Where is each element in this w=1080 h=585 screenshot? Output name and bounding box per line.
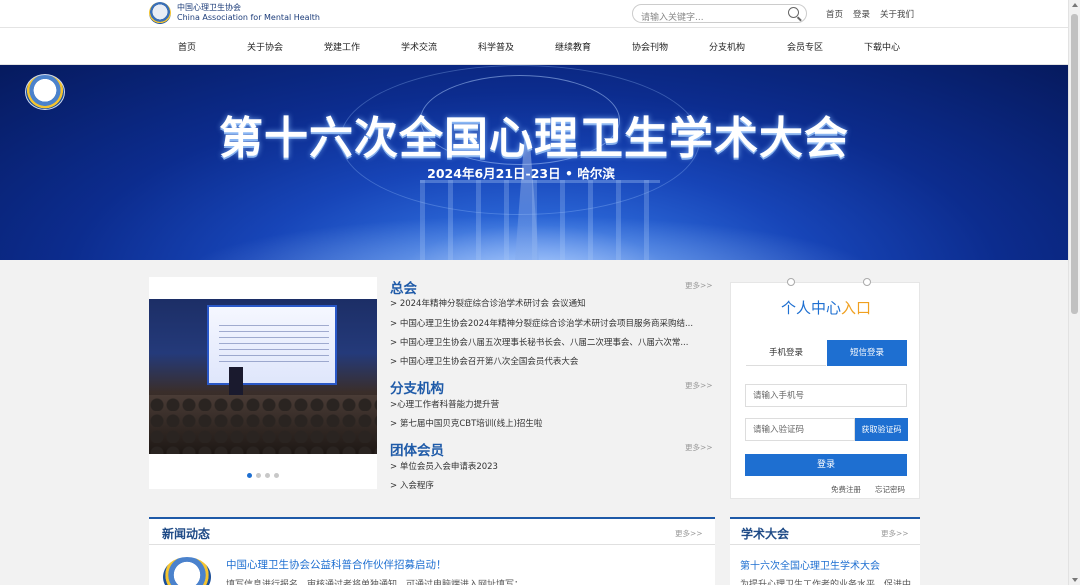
logo-text: 中国心理卫生协会 China Association for Mental He… [177, 3, 320, 23]
banner-title: 第十六次全国心理卫生学术大会 [219, 113, 849, 164]
list-item[interactable]: > 中国心理卫生协会召开第八次全国会员代表大会 [390, 355, 710, 367]
list-item[interactable]: > 第七届中国贝克CBT培训(线上)招生啦 [390, 417, 710, 429]
logo-english-name: China Association for Mental Health [177, 13, 320, 22]
page: 中国心理卫生协会 China Association for Mental He… [0, 0, 1080, 585]
get-code-button[interactable]: 获取验证码 [855, 418, 908, 441]
personal-center-title: 个人中心入口 [731, 297, 921, 318]
section-title-headquarters[interactable]: 总会 [390, 277, 417, 297]
nav-continuing-education[interactable]: 继续教育 [555, 40, 591, 53]
more-link-group-members[interactable]: 更多>> [685, 442, 713, 453]
news-feature-title[interactable]: 中国心理卫生协会公益科普合作伙伴招募启动！ [226, 557, 447, 572]
account-links: 免费注册 忘记密码 [831, 484, 905, 495]
list-item[interactable]: > 单位会员入会申请表2023 [390, 460, 710, 472]
phone-field[interactable] [745, 384, 907, 407]
association-emblem-icon [149, 2, 171, 24]
more-link-news[interactable]: 更多>> [675, 528, 703, 539]
binder-ring-icon [787, 278, 795, 286]
personal-center-title-accent: 入口 [841, 299, 872, 317]
slideshow-dots [149, 473, 377, 478]
divider [730, 544, 920, 545]
list-item[interactable]: > 2024年精神分裂症综合诊治学术研讨会 会议通知 [390, 297, 710, 309]
top-bar: 中国心理卫生协会 China Association for Mental He… [0, 0, 1068, 27]
slide-audience [149, 395, 377, 454]
news-feature-snippet: 填写信息进行报名，审核通过者将单独通知，可通过电脑端进入网址填写： [226, 580, 524, 585]
top-link-login[interactable]: 登录 [853, 8, 870, 20]
nav-science-popularization[interactable]: 科学普及 [478, 40, 514, 53]
more-link-headquarters[interactable]: 更多>> [685, 280, 713, 291]
banner-monument-pillars [420, 180, 660, 260]
nav-home[interactable]: 首页 [178, 40, 196, 53]
nav-about-association[interactable]: 关于协会 [247, 40, 283, 53]
conference-item-snippet: 为提升心理卫生工作者的业务水平，促进中 [740, 580, 912, 585]
top-link-about[interactable]: 关于我们 [880, 8, 914, 20]
banner-date: 2024年6月21日-23日 • 哈尔滨 [427, 166, 615, 181]
tab-sms-login[interactable]: 短信登录 [827, 340, 907, 366]
forgot-password-link[interactable]: 忘记密码 [875, 484, 905, 495]
nav-downloads[interactable]: 下载中心 [864, 40, 900, 53]
slide-dot-1[interactable] [247, 473, 252, 478]
conference-panel: 学术大会 更多>> 第十六次全国心理卫生学术大会 为提升心理卫生工作者的业务水平… [730, 517, 920, 585]
conference-item-title[interactable]: 第十六次全国心理卫生学术大会 [740, 557, 880, 572]
section-title-branches[interactable]: 分支机构 [390, 377, 444, 397]
nav-party-building[interactable]: 党建工作 [324, 40, 360, 53]
list-item[interactable]: > 中国心理卫生协会2024年精神分裂症综合诊治学术研讨会项目服务商采购结... [390, 317, 710, 329]
tab-phone-login[interactable]: 手机登录 [746, 340, 826, 366]
slide-dot-3[interactable] [265, 473, 270, 478]
nav-branches[interactable]: 分支机构 [709, 40, 745, 53]
more-link-conference[interactable]: 更多>> [881, 528, 909, 539]
top-link-home[interactable]: 首页 [826, 8, 843, 20]
search-box [632, 4, 807, 27]
site-logo[interactable]: 中国心理卫生协会 China Association for Mental He… [149, 2, 320, 24]
scrollbar-thumb[interactable] [1071, 14, 1078, 314]
conference-panel-title[interactable]: 学术大会 [741, 525, 789, 542]
more-link-branches[interactable]: 更多>> [685, 380, 713, 391]
binder-ring-icon [863, 278, 871, 286]
news-thumbnail-emblem[interactable] [163, 557, 211, 585]
scroll-up-arrow-icon[interactable] [1072, 3, 1078, 7]
slide-dot-2[interactable] [256, 473, 261, 478]
nav-publications[interactable]: 协会刊物 [632, 40, 668, 53]
top-links: 首页 登录 关于我们 [826, 8, 914, 20]
login-button[interactable]: 登录 [745, 454, 907, 476]
scroll-down-arrow-icon[interactable] [1072, 578, 1078, 582]
list-item[interactable]: > 中国心理卫生协会八届五次理事长秘书长会、八届二次理事会、八届六次常... [390, 336, 710, 348]
verification-code-field[interactable] [745, 418, 855, 441]
photo-slideshow[interactable] [149, 277, 377, 489]
logo-chinese-name: 中国心理卫生协会 [177, 3, 241, 12]
search-icon[interactable] [788, 7, 799, 18]
section-title-group-members[interactable]: 团体会员 [390, 439, 444, 459]
list-item[interactable]: >心理工作者科普能力提升营 [390, 398, 710, 410]
hero-banner[interactable]: 第十六次全国心理卫生学术大会 2024年6月21日-23日 • 哈尔滨 [0, 65, 1068, 260]
nav-academic-exchange[interactable]: 学术交流 [401, 40, 437, 53]
divider [149, 544, 715, 545]
register-link[interactable]: 免费注册 [831, 484, 861, 495]
slide-image[interactable] [149, 299, 377, 454]
personal-center-panel: 个人中心入口 手机登录 短信登录 获取验证码 登录 免费注册 忘记密码 [730, 278, 921, 499]
list-item[interactable]: > 入会程序 [390, 479, 710, 491]
main-nav: 首页 关于协会 党建工作 学术交流 科学普及 继续教育 协会刊物 分支机构 会员… [0, 27, 1068, 65]
news-panel-title[interactable]: 新闻动态 [162, 525, 210, 542]
page-scrollbar[interactable] [1068, 0, 1080, 585]
news-panel: 新闻动态 更多>> 中国心理卫生协会公益科普合作伙伴招募启动！ 填写信息进行报名… [149, 517, 715, 585]
nav-member-zone[interactable]: 会员专区 [787, 40, 823, 53]
personal-center-title-main: 个人中心 [780, 299, 841, 317]
notice-column: 总会 更多>> > 2024年精神分裂症综合诊治学术研讨会 会议通知 > 中国心… [387, 277, 714, 492]
slide-projector-screen [207, 305, 337, 385]
slide-dot-4[interactable] [274, 473, 279, 478]
search-input[interactable] [633, 9, 773, 27]
